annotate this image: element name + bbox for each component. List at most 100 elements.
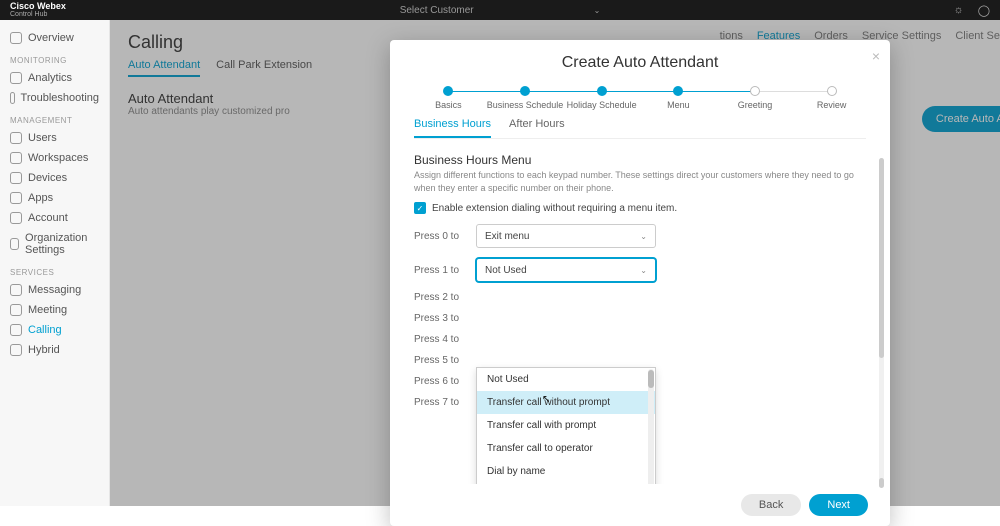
sidebar-item-messaging[interactable]: Messaging [0, 280, 109, 300]
sidebar-item-workspaces[interactable]: Workspaces [0, 148, 109, 168]
sidebar-item-label: Calling [28, 324, 62, 336]
press-label: Press 6 to [414, 376, 466, 387]
press-row-4: Press 4 to [414, 334, 866, 345]
nav-icon [10, 92, 15, 104]
sidebar-item-analytics[interactable]: Analytics [0, 68, 109, 88]
sidebar-item-label: Hybrid [28, 344, 60, 356]
sidebar-item-hybrid[interactable]: Hybrid [0, 340, 109, 360]
chevron-down-icon: ⌄ [594, 6, 601, 15]
create-auto-attendant-modal: × Create Auto Attendant BasicsBusiness S… [390, 40, 890, 526]
brand: Cisco Webex Control Hub [10, 2, 66, 18]
press-1-dropdown: Not UsedTransfer call without promptTran… [476, 367, 656, 484]
overview-icon [10, 32, 22, 44]
nav-icon [10, 304, 22, 316]
step-basics[interactable]: Basics [410, 86, 487, 110]
sidebar-item-troubleshooting[interactable]: Troubleshooting [0, 88, 109, 108]
extension-dialing-checkbox-row[interactable]: ✓ Enable extension dialing without requi… [414, 202, 866, 214]
dropdown-option-transfer-call-to-operator[interactable]: Transfer call to operator [477, 437, 655, 460]
menu-section-title: Business Hours Menu [414, 153, 866, 167]
help-icon[interactable]: ◯ [978, 4, 990, 17]
step-review[interactable]: Review [793, 86, 870, 110]
press-row-0: Press 0 to Exit menu⌄ [414, 224, 866, 248]
step-label: Menu [667, 100, 690, 110]
tab-business-hours[interactable]: Business Hours [414, 118, 491, 138]
sidebar-item-label: Account [28, 212, 68, 224]
global-topbar: Cisco Webex Control Hub Select Customer … [0, 0, 1000, 20]
customer-selector-label: Select Customer [400, 5, 474, 16]
dropdown-option-dial-by-name[interactable]: Dial by name [477, 460, 655, 483]
hours-tabs: Business Hours After Hours [414, 118, 866, 139]
dropdown-scrollbar[interactable] [648, 369, 654, 484]
press-label: Press 5 to [414, 355, 466, 366]
sidebar-item-label: Organization Settings [25, 232, 99, 256]
nav-icon [10, 238, 19, 250]
step-dot-icon [673, 86, 683, 96]
bell-icon[interactable]: ☼ [954, 4, 964, 17]
step-dot-icon [750, 86, 760, 96]
close-icon[interactable]: × [872, 48, 880, 64]
modal-scrollbar[interactable] [879, 158, 884, 488]
menu-section-desc: Assign different functions to each keypa… [414, 169, 866, 194]
nav-icon [10, 172, 22, 184]
dropdown-option-dial-by-extension[interactable]: Dial by extension [477, 483, 655, 484]
select-value: Not Used [485, 265, 527, 276]
nav-icon [10, 192, 22, 204]
sidebar-item-label: Meeting [28, 304, 67, 316]
sidebar-item-devices[interactable]: Devices [0, 168, 109, 188]
customer-selector[interactable]: Select Customer ⌄ [400, 5, 601, 16]
sidebar-group-header: SERVICES [0, 260, 109, 280]
nav-icon [10, 72, 22, 84]
press-label: Press 3 to [414, 313, 466, 324]
brand-sub: Control Hub [10, 11, 66, 18]
step-label: Holiday Schedule [567, 100, 637, 110]
press-row-3: Press 3 to [414, 313, 866, 324]
dropdown-option-transfer-call-without-prompt[interactable]: Transfer call without prompt [477, 391, 655, 414]
dropdown-option-not-used[interactable]: Not Used [477, 368, 655, 391]
sidebar-item-label: Workspaces [28, 152, 88, 164]
press-label: Press 0 to [414, 231, 466, 242]
nav-icon [10, 324, 22, 336]
checkbox-label: Enable extension dialing without requiri… [432, 203, 677, 214]
sidebar-item-apps[interactable]: Apps [0, 188, 109, 208]
sidebar: Overview MONITORING Analytics Troubleshoot… [0, 20, 110, 506]
press-label: Press 2 to [414, 292, 466, 303]
sidebar-item-organization-settings[interactable]: Organization Settings [0, 228, 109, 260]
step-label: Greeting [738, 100, 773, 110]
press-label: Press 1 to [414, 265, 466, 276]
tab-after-hours[interactable]: After Hours [509, 118, 565, 138]
press-row-1: Press 1 to Not Used⌄ [414, 258, 866, 282]
sidebar-item-account[interactable]: Account [0, 208, 109, 228]
sidebar-item-meeting[interactable]: Meeting [0, 300, 109, 320]
press-row-5: Press 5 to [414, 355, 866, 366]
sidebar-item-label: Messaging [28, 284, 81, 296]
press-1-select[interactable]: Not Used⌄ [476, 258, 656, 282]
sidebar-item-overview[interactable]: Overview [0, 28, 109, 48]
nav-icon [10, 132, 22, 144]
sidebar-item-label: Apps [28, 192, 53, 204]
nav-icon [10, 152, 22, 164]
brand-top: Cisco Webex [10, 2, 66, 11]
sidebar-item-calling[interactable]: Calling [0, 320, 109, 340]
step-menu[interactable]: Menu [640, 86, 717, 110]
modal-title: Create Auto Attendant [390, 40, 890, 80]
step-dot-icon [520, 86, 530, 96]
step-holiday-schedule[interactable]: Holiday Schedule [563, 86, 640, 110]
main-content: tionsFeaturesOrdersService SettingsClien… [110, 20, 1000, 506]
back-button[interactable]: Back [741, 494, 801, 516]
press-label: Press 4 to [414, 334, 466, 345]
nav-icon [10, 284, 22, 296]
wizard-stepper: BasicsBusiness ScheduleHoliday Schedule M… [390, 80, 890, 112]
press-row-2: Press 2 to [414, 292, 866, 303]
sidebar-group-header: MONITORING [0, 48, 109, 68]
step-label: Business Schedule [487, 100, 564, 110]
sidebar-item-users[interactable]: Users [0, 128, 109, 148]
step-business-schedule[interactable]: Business Schedule [487, 86, 564, 110]
dropdown-option-transfer-call-with-prompt[interactable]: Transfer call with prompt [477, 414, 655, 437]
sidebar-item-label: Analytics [28, 72, 72, 84]
next-button[interactable]: Next [809, 494, 868, 516]
press-0-select[interactable]: Exit menu⌄ [476, 224, 656, 248]
press-label: Press 7 to [414, 397, 466, 408]
chevron-down-icon: ⌄ [640, 232, 647, 241]
sidebar-item-label: Troubleshooting [21, 92, 99, 104]
step-greeting[interactable]: Greeting [717, 86, 794, 110]
